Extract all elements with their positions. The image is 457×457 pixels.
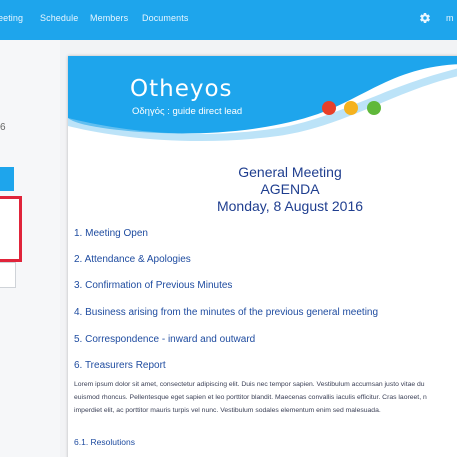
left-panel-number: 6 (0, 122, 6, 133)
document-preview: Otheyos Οδηγός : guide direct lead Gener… (68, 56, 457, 457)
left-panel-small-box[interactable] (0, 262, 16, 288)
nav-item-members[interactable]: Members (90, 13, 128, 23)
agenda-subitem: 6.1. Resolutions (74, 437, 135, 447)
agenda-item: 2. Attendance & Apologies (74, 254, 191, 265)
left-panel: 6 (0, 40, 60, 457)
nav-item-schedule[interactable]: Schedule (40, 13, 78, 23)
title-line-meeting: General Meeting (238, 164, 342, 180)
nav-item-meeting[interactable]: eeting (0, 13, 23, 23)
agenda-item: 5. Correspondence - inward and outward (74, 334, 256, 345)
treasurer-report-text: Lorem ipsum dolor sit amet, consectetur … (74, 378, 457, 417)
agenda-item: 3. Confirmation of Previous Minutes (74, 280, 233, 291)
brand-name: Otheyos (130, 76, 233, 102)
title-line-date: Monday, 8 August 2016 (216, 198, 364, 214)
top-nav-bar: eeting Schedule Members Documents m (0, 0, 457, 40)
left-panel-active-tab[interactable] (0, 167, 14, 191)
document-banner (68, 56, 457, 141)
agenda-item: 1. Meeting Open (74, 228, 148, 239)
gear-icon[interactable] (419, 12, 431, 24)
paragraph-line: euismod rhoncus. Pellentesque eget sapie… (74, 394, 427, 401)
brand-dots (322, 101, 385, 117)
red-dot-icon (322, 101, 336, 115)
title-line-agenda: AGENDA (260, 181, 320, 197)
yellow-dot-icon (344, 101, 359, 115)
green-dot-icon (366, 101, 381, 115)
paragraph-line: imperdiet elit, ac porttitor mauris turp… (74, 407, 381, 414)
brand-tagline: Οδηγός : guide direct lead (132, 106, 243, 117)
agenda-item: 6. Treasurers Report (74, 360, 166, 371)
highlighted-input-box[interactable] (0, 196, 22, 262)
agenda-title: General Meeting AGENDA Monday, 8 August … (68, 164, 457, 215)
nav-item-documents[interactable]: Documents (142, 13, 188, 23)
paragraph-line: Lorem ipsum dolor sit amet, consectetur … (74, 381, 425, 388)
user-menu[interactable]: m (446, 13, 454, 23)
agenda-item: 4. Business arising from the minutes of … (74, 307, 379, 318)
